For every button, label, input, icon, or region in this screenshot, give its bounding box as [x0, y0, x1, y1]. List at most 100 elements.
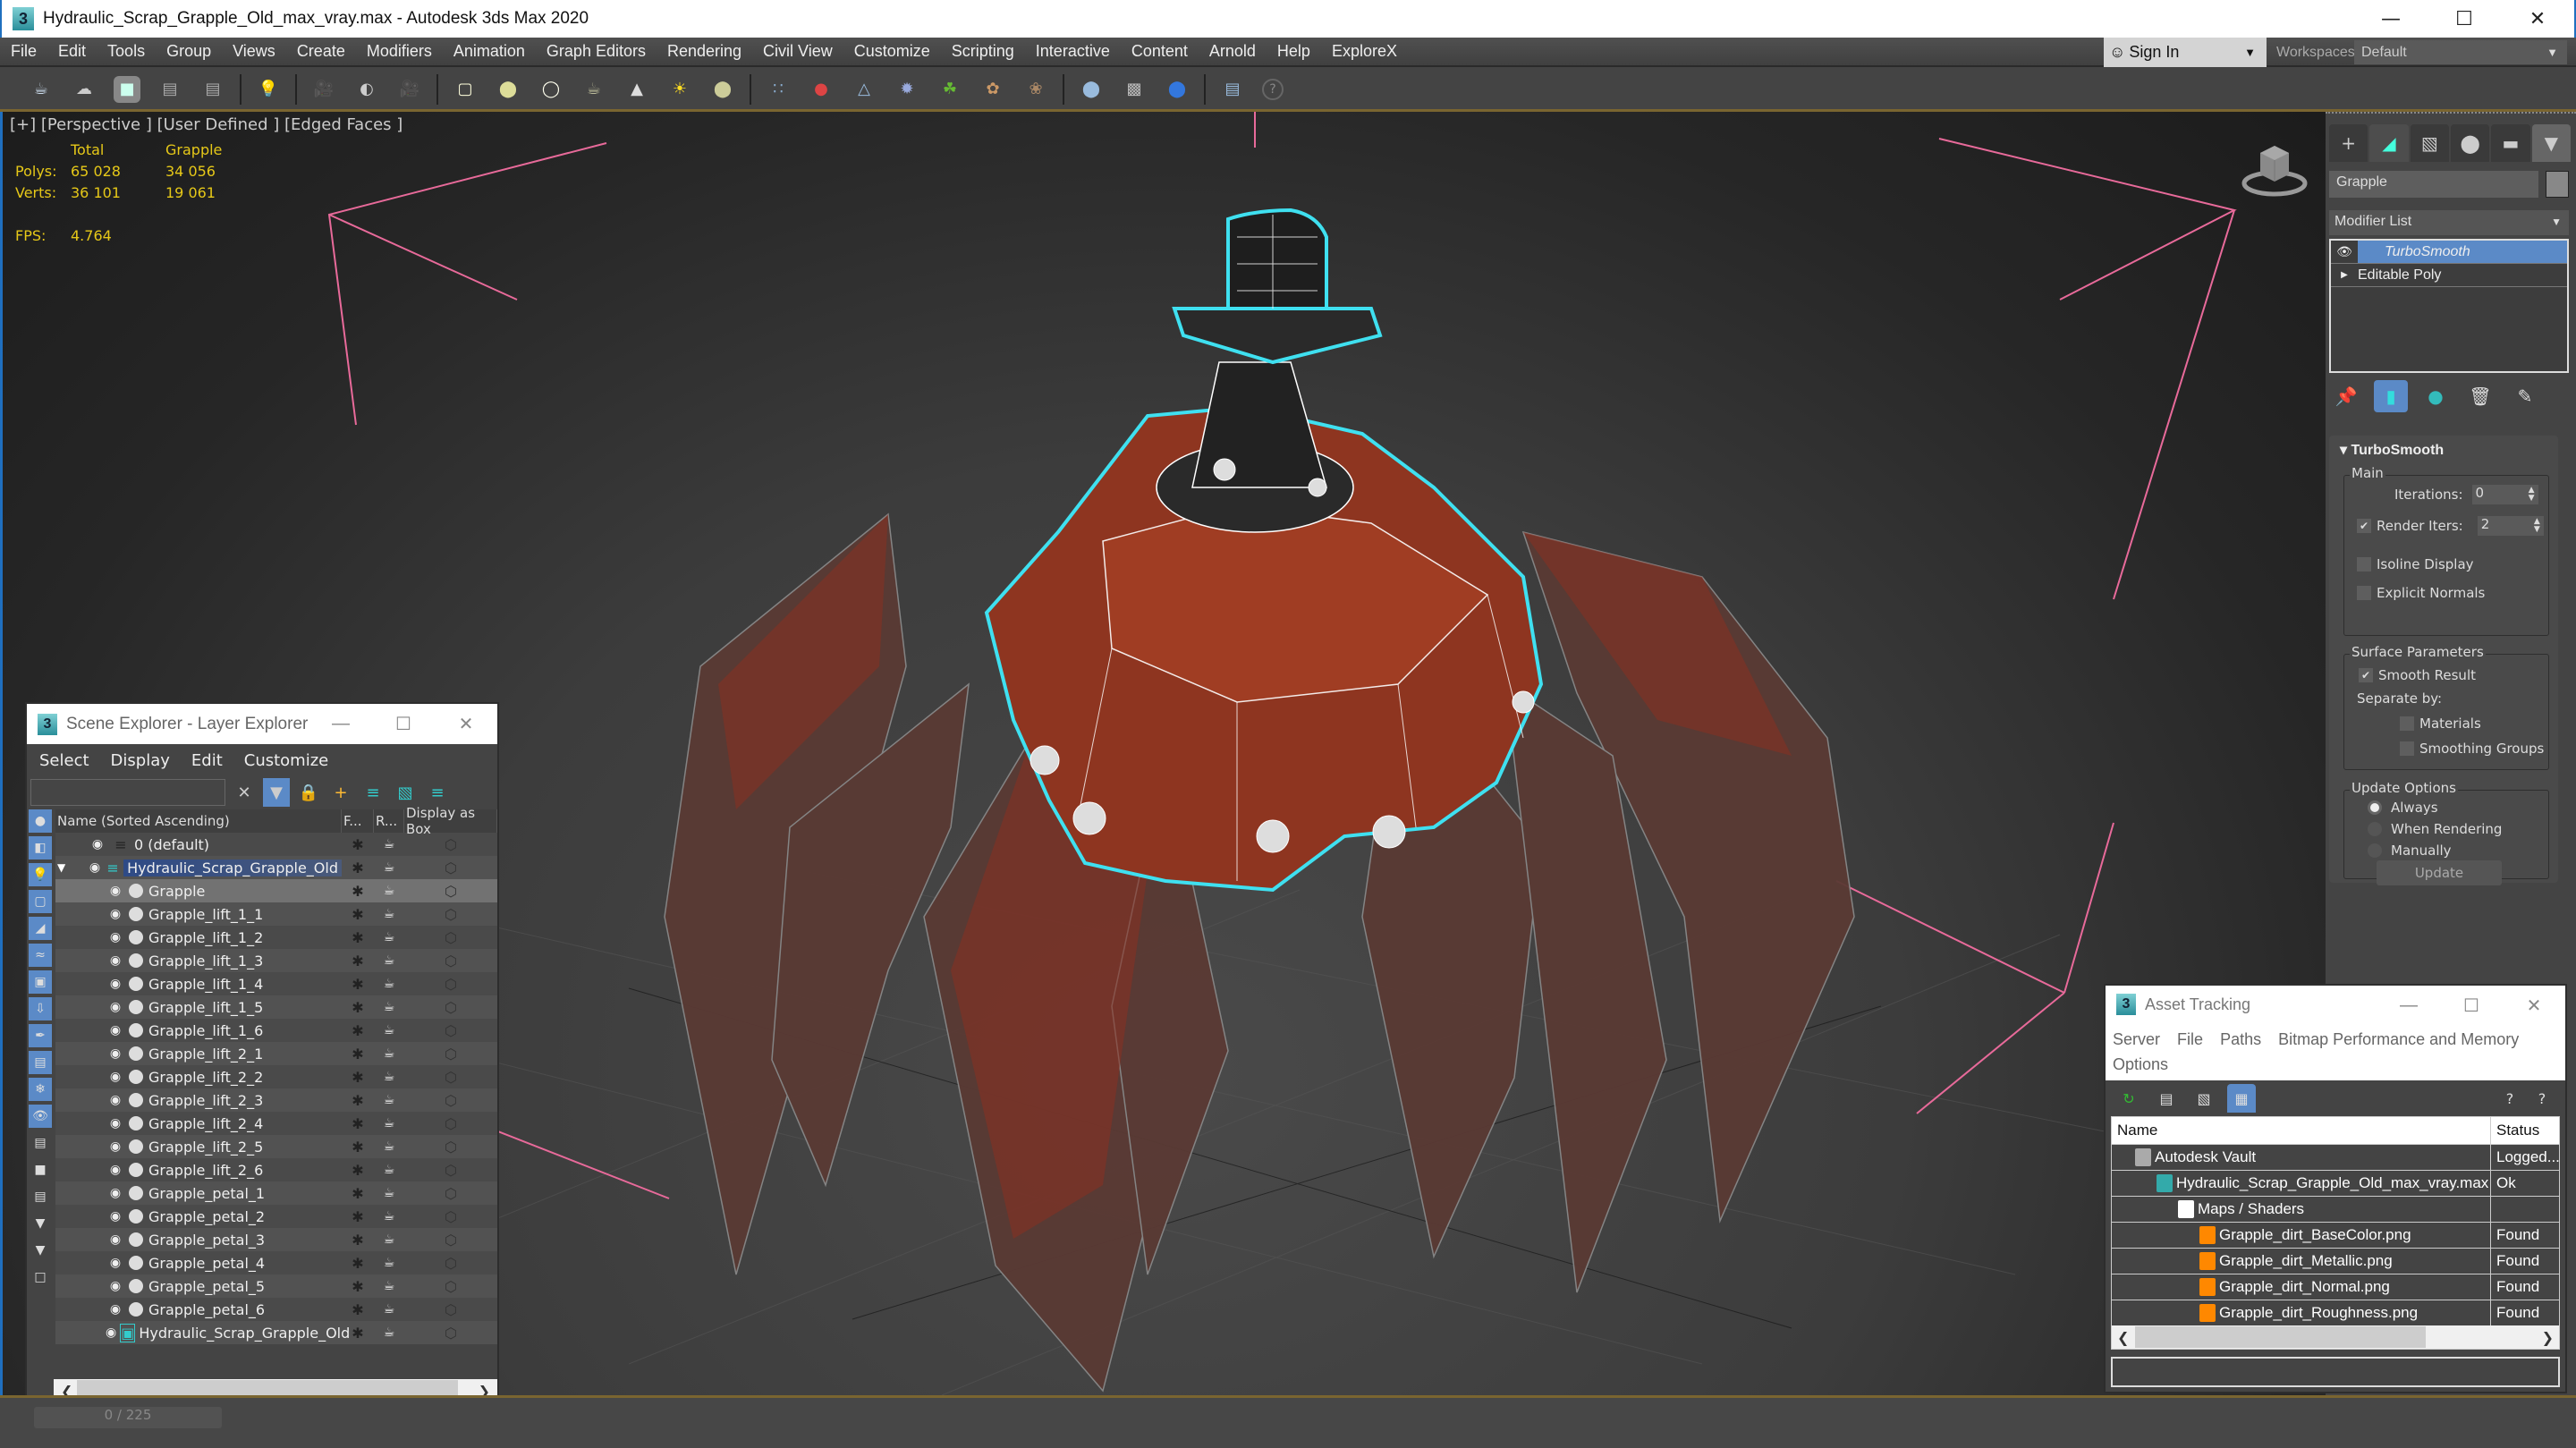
eye-icon[interactable]: ◉ [88, 837, 107, 851]
close-button[interactable]: ✕ [2501, 0, 2574, 38]
eye-icon[interactable]: ◉ [106, 1325, 116, 1340]
render-setup-icon[interactable]: ▤ [157, 76, 183, 103]
render-teapot-icon[interactable]: ☕ [374, 860, 404, 875]
display-as-box-icon[interactable]: ⬡ [404, 906, 497, 923]
display-as-box-icon[interactable]: ⬡ [404, 1139, 497, 1156]
omni-light-icon[interactable]: ◯ [538, 76, 564, 103]
eye-icon[interactable]: ◉ [106, 1046, 125, 1061]
pin-stack-icon[interactable]: 📌 [2329, 380, 2363, 412]
teapot-mesh-icon[interactable]: ☕ [580, 76, 607, 103]
layer-row[interactable]: ◉ Grapple_petal_1 ✱ ☕ ⬡ [55, 1181, 497, 1205]
eye-icon[interactable]: ◉ [106, 907, 125, 921]
sun-light-icon[interactable]: ☀ [666, 76, 693, 103]
material-editor-icon[interactable]: ▩ [1121, 76, 1148, 103]
container-icon[interactable]: □ [29, 1266, 52, 1289]
freeze-icon[interactable]: ✱ [342, 953, 374, 970]
display-as-box-icon[interactable]: ⬡ [404, 883, 497, 900]
display-as-box-icon[interactable]: ⬡ [404, 1208, 497, 1225]
make-unique-icon[interactable]: ● [2419, 380, 2453, 412]
viewcube-icon[interactable] [2239, 139, 2310, 201]
display-as-box-icon[interactable]: ⬡ [404, 976, 497, 993]
hidden-filter-icon[interactable]: 👁 [29, 1105, 52, 1128]
display-as-box-icon[interactable]: ⬡ [404, 1092, 497, 1109]
render-teapot-icon[interactable]: ☕ [374, 1023, 404, 1037]
sign-in-dropdown[interactable]: ☺ Sign In ▼ [2104, 38, 2267, 67]
display-as-box-icon[interactable]: ⬡ [404, 859, 497, 876]
layers-icon[interactable]: ≡ [424, 778, 451, 807]
freeze-icon[interactable]: ✱ [342, 1255, 374, 1272]
camera-physical-icon[interactable]: ◐ [353, 76, 380, 103]
menu-edit[interactable]: Edit [47, 42, 97, 61]
menu-civil-view[interactable]: Civil View [752, 42, 843, 61]
freeze-icon[interactable]: ✱ [342, 1115, 374, 1132]
layer-row[interactable]: ◉ ▣ Hydraulic_Scrap_Grapple_Old ✱ ☕ ⬡ [55, 1321, 497, 1344]
column-name[interactable]: Name (Sorted Ascending) [55, 809, 342, 833]
display-as-box-icon[interactable]: ⬡ [404, 1301, 497, 1318]
configure-modifier-sets-icon[interactable]: ✎ [2508, 380, 2542, 412]
render-teapot-icon[interactable]: ☕ [374, 953, 404, 968]
freeze-icon[interactable]: ✱ [342, 1325, 374, 1342]
time-slider[interactable]: 0 / 225 [34, 1407, 222, 1428]
layer-row[interactable]: ◉ Grapple_lift_1_5 ✱ ☕ ⬡ [55, 995, 497, 1019]
select-filter-icon[interactable]: ▼ [263, 778, 290, 807]
menu-group[interactable]: Group [156, 42, 222, 61]
render-teapot-icon[interactable]: ☕ [374, 1186, 404, 1200]
eye-icon[interactable]: ◉ [106, 1302, 125, 1317]
scroll-right-icon[interactable]: ❯ [2542, 1329, 2554, 1346]
at-menu-file[interactable]: File [2177, 1030, 2203, 1048]
freeze-icon[interactable]: ✱ [342, 836, 374, 853]
render-teapot-icon[interactable]: ☕ [374, 1070, 404, 1084]
groups-filter-icon[interactable]: ▣ [29, 970, 52, 994]
display-as-box-icon[interactable]: ⬡ [404, 1022, 497, 1039]
materials-checkbox[interactable]: Materials [2400, 716, 2481, 732]
rollout-title[interactable]: ▾ TurboSmooth [2340, 441, 2444, 459]
display-as-box-icon[interactable]: ⬡ [404, 1325, 497, 1342]
create-tab[interactable]: + [2329, 124, 2368, 162]
photometric-light-icon[interactable]: ⬤ [495, 76, 521, 103]
render-teapot-icon[interactable]: ☕ [374, 1325, 404, 1340]
eye-icon[interactable]: ◉ [106, 1232, 125, 1247]
menu-explorex[interactable]: ExploreX [1321, 42, 1408, 61]
render-teapot-icon[interactable]: ☕ [374, 1163, 404, 1177]
eye-icon[interactable]: ◉ [106, 953, 125, 968]
column-status[interactable]: Status [2491, 1122, 2559, 1139]
layer-row[interactable]: ◉ Grapple_petal_4 ✱ ☕ ⬡ [55, 1251, 497, 1274]
when-rendering-radio[interactable]: When Rendering [2368, 821, 2502, 837]
maximize-button[interactable]: ☐ [2440, 986, 2503, 1026]
asset-row[interactable]: Grapple_dirt_Metallic.png Found [2112, 1248, 2559, 1274]
minimize-button[interactable]: — [309, 704, 372, 744]
minimize-button[interactable]: — [2377, 986, 2440, 1026]
hierarchy-tab[interactable]: ▧ [2410, 124, 2449, 162]
render-icon[interactable]: ⬤ [1164, 76, 1191, 103]
layer-row[interactable]: ◉ Grapple_lift_1_6 ✱ ☕ ⬡ [55, 1019, 497, 1042]
spot-light-icon[interactable]: ▲ [623, 76, 650, 103]
layer-row[interactable]: ◉ Grapple_petal_2 ✱ ☕ ⬡ [55, 1205, 497, 1228]
freeze-icon[interactable]: ✱ [342, 1278, 374, 1295]
bones-filter-icon[interactable]: ✒ [29, 1024, 52, 1047]
display-none-icon[interactable]: ■ [29, 1158, 52, 1181]
object-color-swatch[interactable] [2546, 171, 2569, 198]
horizontal-scrollbar[interactable]: ❮ ❯ [2112, 1325, 2559, 1349]
freeze-icon[interactable]: ✱ [342, 1232, 374, 1249]
tree-view-icon[interactable]: ▧ [2190, 1084, 2218, 1113]
render-teapot-icon[interactable]: ☕ [374, 884, 404, 898]
asset-row[interactable]: Grapple_dirt_Normal.png Found [2112, 1274, 2559, 1300]
freeze-icon[interactable]: ✱ [342, 1139, 374, 1156]
menu-arnold[interactable]: Arnold [1199, 42, 1267, 61]
freeze-icon[interactable]: ✱ [342, 1046, 374, 1063]
grass-icon[interactable]: ☘ [936, 76, 963, 103]
freeze-icon[interactable]: ✱ [342, 1069, 374, 1086]
light-lister-icon[interactable]: 💡 [255, 76, 282, 103]
cameras-filter-icon[interactable]: ▢ [29, 890, 52, 913]
camera-icon[interactable]: 🎥 [310, 76, 337, 103]
menu-views[interactable]: Views [222, 42, 286, 61]
modify-tab[interactable]: ◢ [2369, 124, 2409, 162]
layer-row[interactable]: ◉ Grapple_lift_1_1 ✱ ☕ ⬡ [55, 902, 497, 926]
display-as-box-icon[interactable]: ⬡ [404, 929, 497, 946]
geometry-filter-icon[interactable]: ● [29, 809, 52, 833]
display-as-box-icon[interactable]: ⬡ [404, 1162, 497, 1179]
search-input[interactable] [30, 779, 225, 806]
column-display-as-box[interactable]: Display as Box [404, 805, 497, 837]
freeze-icon[interactable]: ✱ [342, 1092, 374, 1109]
render-teapot-icon[interactable]: ☕ [374, 837, 404, 851]
